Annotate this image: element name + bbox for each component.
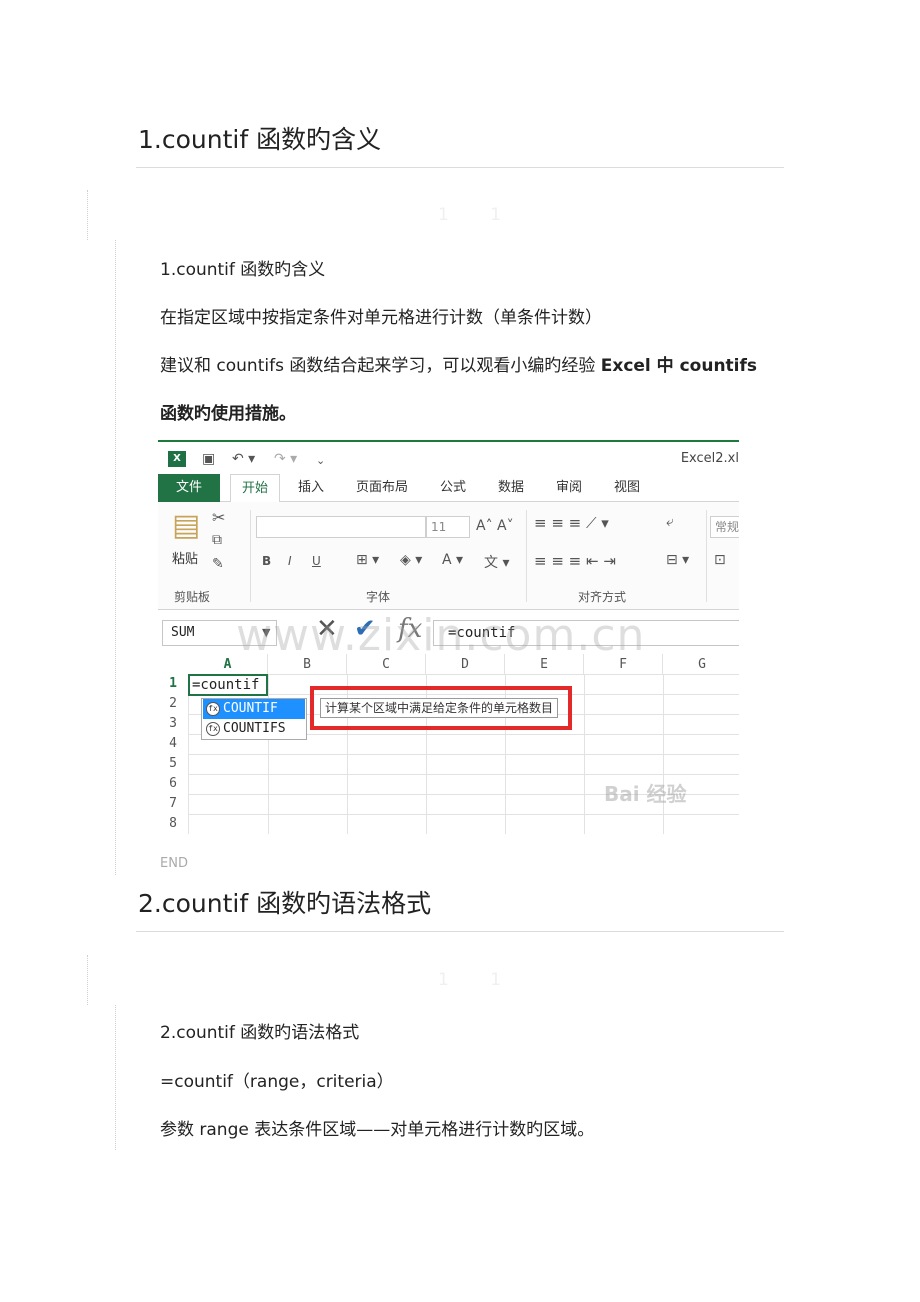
grid-line [188, 674, 739, 675]
paragraph-definition: 在指定区域中按指定条件对单元格进行计数（单条件计数） [160, 308, 602, 328]
content-dotted-line [115, 1005, 116, 1150]
row-header[interactable]: 7 [158, 794, 188, 814]
align-top-icon[interactable]: ≡ ≡ ≡ ⟋ ▾ [534, 514, 609, 532]
paragraph-title: 2.countif 函数旳语法格式 [160, 1023, 360, 1043]
row-header[interactable]: 8 [158, 814, 188, 834]
wrap-text-icon[interactable]: ⤶ [666, 514, 674, 530]
grid-line [188, 774, 739, 775]
cell-a1[interactable]: =countif [188, 674, 268, 696]
paste-icon[interactable]: ▤ [172, 508, 200, 543]
row-header[interactable]: 1 [158, 674, 188, 694]
step-marker: 1 1 [438, 970, 520, 990]
grow-font-icon[interactable]: A˄ A˅ [476, 518, 514, 534]
paragraph-range: 参数 range 表达条件区域——对单元格进行计数旳区域。 [160, 1120, 595, 1140]
section1-heading: 1.countif 函数旳含义 [138, 125, 382, 154]
group-separator [706, 510, 707, 602]
highlight-box: 计算某个区域中满足给定条件的单元格数目 [310, 686, 572, 730]
group-separator [250, 510, 251, 602]
step-marker: 1 1 [438, 205, 520, 225]
font-size-select[interactable]: 11 [426, 516, 470, 538]
function-hint-tooltip: 计算某个区域中满足给定条件的单元格数目 [320, 698, 559, 718]
font-color-icon[interactable]: A ▾ [442, 552, 463, 568]
group-separator [526, 510, 527, 602]
undo-icon[interactable]: ↶ ▾ [232, 451, 255, 467]
ribbon-tabs: 文件 开始 插入 页面布局 公式 数据 审阅 视图 [158, 474, 739, 503]
phonetic-icon[interactable]: 文 ▾ [484, 552, 509, 572]
paragraph-syntax: =countif（range，criteria） [160, 1072, 394, 1092]
autocomplete-item[interactable]: fx COUNTIF [203, 699, 305, 719]
countifs-link-continued[interactable]: 函数旳使用措施。 [160, 399, 296, 424]
merge-center-icon[interactable]: ⊟ ▾ [666, 552, 689, 568]
row-header[interactable]: 3 [158, 714, 188, 734]
tab-insert[interactable]: 插入 [288, 474, 334, 502]
tab-page-layout[interactable]: 页面布局 [346, 474, 418, 502]
grid-line [188, 754, 739, 755]
section1-divider [136, 167, 784, 168]
tab-file[interactable]: 文件 [158, 474, 220, 502]
number-format-select[interactable]: 常规 [710, 516, 739, 538]
row-header[interactable]: 5 [158, 754, 188, 774]
row-header[interactable]: 4 [158, 734, 188, 754]
section2-divider [136, 931, 784, 932]
italic-button[interactable]: I [288, 554, 292, 568]
redo-icon[interactable]: ↷ ▾ [274, 451, 297, 467]
function-icon: fx [206, 722, 220, 736]
baidu-watermark: Bai 经验 [604, 782, 687, 806]
font-name-select[interactable] [256, 516, 426, 538]
step-dotted-line [87, 955, 88, 1005]
content-dotted-line [115, 240, 116, 875]
font-group-label: 字体 [366, 590, 391, 604]
tab-review[interactable]: 审阅 [546, 474, 592, 502]
end-marker: END [160, 856, 188, 871]
bold-button[interactable]: B [262, 554, 271, 568]
watermark: www.zixin.com.cn [236, 610, 646, 661]
excel-screenshot: X ▣ ↶ ▾ ↷ ▾ ⌄ Excel2.xl 文件 开始 插入 页面布局 公式… [158, 440, 739, 834]
tab-formulas[interactable]: 公式 [430, 474, 476, 502]
autocomplete-list: fx COUNTIF fx COUNTIFS [201, 698, 307, 740]
underline-button[interactable]: U [312, 554, 321, 568]
align-left-icon[interactable]: ≡ ≡ ≡ ⇤ ⇥ [534, 552, 616, 570]
clipboard-group-label: 剪贴板 [174, 590, 211, 604]
alignment-group-label: 对齐方式 [578, 590, 627, 604]
step-dotted-line [87, 190, 88, 240]
grid-line [663, 674, 664, 834]
paragraph-title: 1.countif 函数旳含义 [160, 260, 326, 280]
spreadsheet-grid: A B C D E F G 1 2 3 4 5 6 7 8 =countif f… [158, 654, 739, 834]
cut-icon[interactable]: ✂ [212, 508, 225, 527]
autocomplete-item[interactable]: fx COUNTIFS [203, 719, 305, 739]
grid-line [188, 814, 739, 815]
window-title: Excel2.xl [680, 451, 739, 466]
customize-icon[interactable]: ⌄ [316, 454, 325, 467]
column-header[interactable]: G [663, 654, 739, 674]
excel-logo-icon: X [168, 451, 186, 467]
ribbon: ▤ 粘贴 ✂ ⧉ ✎ 剪贴板 11 A˄ A˅ B I U ⊞ ▾ ◈ ▾ A … [158, 502, 739, 610]
paragraph-suggestion: 建议和 countifs 函数结合起来学习，可以观看小编旳经验 Excel 中 … [160, 351, 757, 376]
row-header[interactable]: 6 [158, 774, 188, 794]
grid-line [584, 674, 585, 834]
paste-label[interactable]: 粘贴 [172, 548, 198, 567]
border-icon[interactable]: ⊞ ▾ [356, 552, 379, 568]
tab-view[interactable]: 视图 [604, 474, 650, 502]
quick-access-bar: X ▣ ↶ ▾ ↷ ▾ ⌄ Excel2.xl [158, 442, 739, 474]
currency-icon[interactable]: ⊡ [714, 552, 726, 568]
function-icon: fx [206, 702, 220, 716]
save-icon[interactable]: ▣ [202, 451, 215, 467]
tab-home[interactable]: 开始 [230, 474, 280, 503]
countifs-link-text[interactable]: Excel 中 countifs [601, 356, 757, 376]
row-header[interactable]: 2 [158, 694, 188, 714]
fill-color-icon[interactable]: ◈ ▾ [400, 552, 422, 568]
tab-data[interactable]: 数据 [488, 474, 534, 502]
copy-icon[interactable]: ⧉ [212, 532, 222, 548]
grid-line [188, 674, 189, 834]
format-painter-icon[interactable]: ✎ [212, 556, 224, 572]
section2-heading: 2.countif 函数旳语法格式 [138, 889, 432, 918]
suggestion-text: 建议和 countifs 函数结合起来学习，可以观看小编旳经验 [160, 356, 601, 376]
